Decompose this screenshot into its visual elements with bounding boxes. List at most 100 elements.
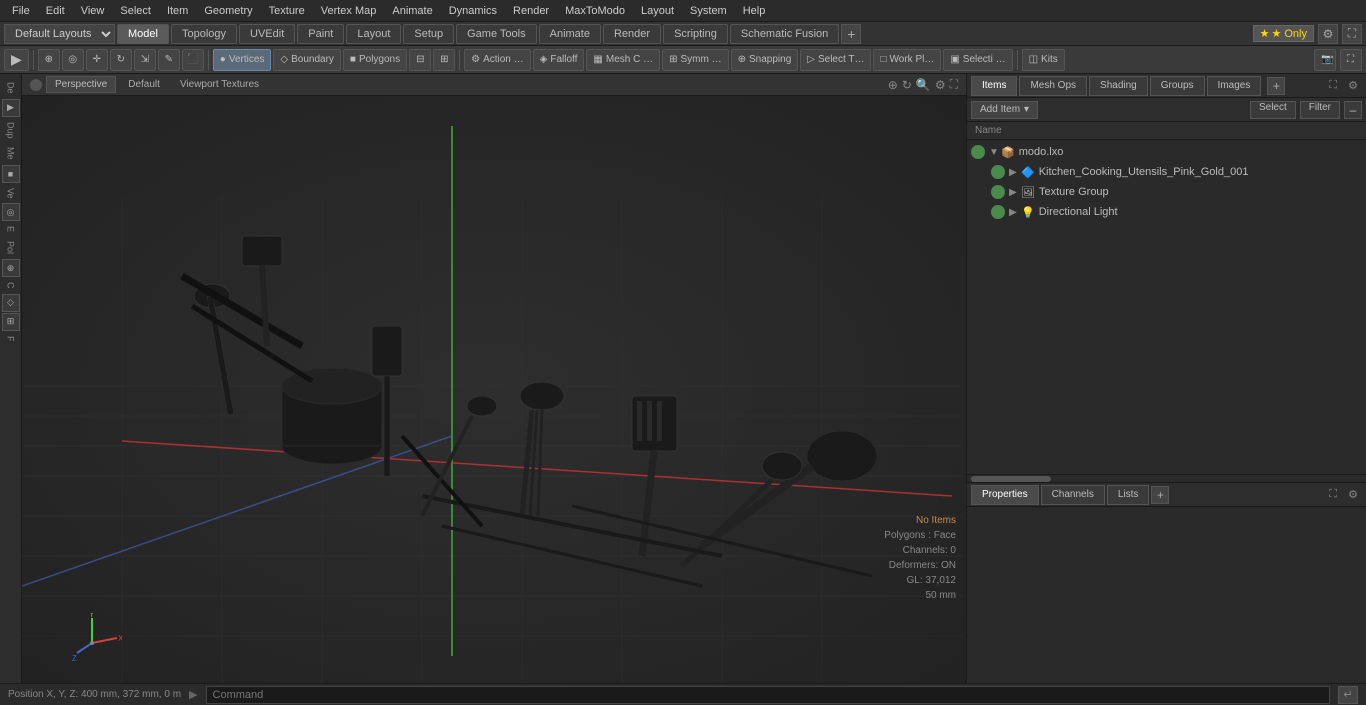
menu-maxtomodo[interactable]: MaxToModo bbox=[557, 3, 633, 19]
tool-pen-icon[interactable]: ✎ bbox=[158, 49, 180, 71]
work-plane-btn[interactable]: □ Work Pl… bbox=[873, 49, 941, 71]
menu-geometry[interactable]: Geometry bbox=[196, 3, 260, 19]
props-settings-icon[interactable]: ⚙ bbox=[1344, 486, 1362, 504]
tab-schematic[interactable]: Schematic Fusion bbox=[730, 24, 839, 44]
vp-expand-icon[interactable]: ⛶ bbox=[950, 77, 958, 92]
boundary-btn[interactable]: ◇ Boundary bbox=[273, 49, 341, 71]
menu-view[interactable]: View bbox=[73, 3, 113, 19]
command-input[interactable] bbox=[206, 686, 1330, 704]
items-scrollbar[interactable] bbox=[967, 474, 1366, 482]
visibility-dot-root[interactable] bbox=[971, 145, 985, 159]
menu-texture[interactable]: Texture bbox=[261, 3, 313, 19]
mesh-btn[interactable]: ▦ Mesh C … bbox=[586, 49, 660, 71]
add-tab-button[interactable]: + bbox=[841, 24, 861, 44]
sidebar-label-e[interactable]: E bbox=[4, 222, 18, 236]
textures-label[interactable]: Viewport Textures bbox=[172, 77, 267, 92]
select-tool-btn[interactable]: ▷ Select T… bbox=[800, 49, 871, 71]
props-expand-icon[interactable]: ⛶ bbox=[1324, 486, 1342, 504]
vp-refresh-icon[interactable]: ↻ bbox=[902, 78, 912, 92]
action-btn[interactable]: ⚙ Action … bbox=[464, 49, 531, 71]
fullscreen-btn[interactable]: ⛶ bbox=[1340, 49, 1362, 71]
extra-tool-2[interactable]: ⊞ bbox=[433, 49, 455, 71]
sidebar-tool-5[interactable]: ◇ bbox=[2, 294, 20, 312]
tab-scripting[interactable]: Scripting bbox=[663, 24, 728, 44]
sidebar-label-c[interactable]: C bbox=[4, 278, 18, 293]
toolbar-toggle-btn[interactable]: ▶ bbox=[4, 49, 29, 71]
tree-toggle-texture[interactable]: ▶ bbox=[1009, 187, 1021, 198]
tab-animate[interactable]: Animate bbox=[539, 24, 601, 44]
tab-mesh-ops[interactable]: Mesh Ops bbox=[1019, 76, 1087, 96]
tool-scale-icon[interactable]: ⇲ bbox=[134, 49, 156, 71]
items-expand-icon[interactable]: ⛶ bbox=[1324, 77, 1342, 95]
sidebar-label-ve[interactable]: Ve bbox=[4, 184, 18, 203]
tree-item-texture[interactable]: ▶ 🖼 Texture Group bbox=[967, 182, 1366, 202]
tab-layout[interactable]: Layout bbox=[346, 24, 401, 44]
sidebar-label-pol[interactable]: Pol bbox=[4, 237, 18, 258]
menu-help[interactable]: Help bbox=[735, 3, 774, 19]
menu-system[interactable]: System bbox=[682, 3, 735, 19]
tab-gametools[interactable]: Game Tools bbox=[456, 24, 537, 44]
tab-groups[interactable]: Groups bbox=[1150, 76, 1205, 96]
items-select-button[interactable]: Select bbox=[1250, 101, 1296, 119]
menu-render[interactable]: Render bbox=[505, 3, 557, 19]
sidebar-tool-6[interactable]: ⊞ bbox=[2, 313, 20, 331]
tab-lists[interactable]: Lists bbox=[1107, 485, 1150, 505]
tab-images[interactable]: Images bbox=[1207, 76, 1262, 96]
tree-item-mesh[interactable]: ▶ 🔷 Kitchen_Cooking_Utensils_Pink_Gold_0… bbox=[967, 162, 1366, 182]
add-props-tab-btn[interactable]: + bbox=[1151, 486, 1169, 504]
sidebar-label-de[interactable]: De bbox=[4, 78, 18, 98]
tool-move-icon[interactable]: ✛ bbox=[86, 49, 108, 71]
tool-rotate-icon[interactable]: ↻ bbox=[110, 49, 132, 71]
layout-expand-icon[interactable]: ⛶ bbox=[1342, 24, 1362, 44]
vp-settings-icon[interactable]: ⚙ bbox=[935, 78, 946, 92]
layout-settings-icon[interactable]: ⚙ bbox=[1318, 24, 1338, 44]
tab-properties[interactable]: Properties bbox=[971, 485, 1039, 505]
tab-uvedit[interactable]: UVEdit bbox=[239, 24, 295, 44]
menu-item[interactable]: Item bbox=[159, 3, 196, 19]
cmd-go-button[interactable]: ↵ bbox=[1338, 686, 1358, 704]
tool-cube-icon[interactable]: ⬛ bbox=[182, 49, 204, 71]
tree-toggle-light[interactable]: ▶ bbox=[1009, 207, 1021, 218]
items-dash-button[interactable]: – bbox=[1344, 101, 1362, 119]
menu-edit[interactable]: Edit bbox=[38, 3, 73, 19]
visibility-dot-light[interactable] bbox=[991, 205, 1005, 219]
vp-btn-1[interactable] bbox=[30, 79, 42, 91]
menu-layout[interactable]: Layout bbox=[633, 3, 682, 19]
tool-select-icon[interactable]: ⊕ bbox=[38, 49, 60, 71]
items-filter-button[interactable]: Filter bbox=[1300, 101, 1340, 119]
tab-render[interactable]: Render bbox=[603, 24, 661, 44]
visibility-dot-texture[interactable] bbox=[991, 185, 1005, 199]
items-tree[interactable]: ▼ 📦 modo.lxo ▶ 🔷 Kitchen_Cooking_Utensil… bbox=[967, 140, 1366, 474]
menu-vertexmap[interactable]: Vertex Map bbox=[313, 3, 385, 19]
visibility-dot-mesh[interactable] bbox=[991, 165, 1005, 179]
tree-toggle-root[interactable]: ▼ bbox=[989, 147, 1001, 158]
sidebar-tool-4[interactable]: ⊕ bbox=[2, 259, 20, 277]
scene-canvas[interactable]: No Items Polygons : Face Channels: 0 Def… bbox=[22, 96, 966, 683]
perspective-dropdown[interactable]: Perspective bbox=[46, 76, 116, 93]
polygons-btn[interactable]: ■ Polygons bbox=[343, 49, 407, 71]
tree-toggle-mesh[interactable]: ▶ bbox=[1009, 167, 1021, 178]
tab-shading[interactable]: Shading bbox=[1089, 76, 1148, 96]
viewport[interactable]: Perspective Default Viewport Textures ⊕ … bbox=[22, 74, 966, 683]
camera-view-btn[interactable]: 📷 bbox=[1314, 49, 1336, 71]
layout-dropdown[interactable]: Default Layouts bbox=[4, 24, 115, 44]
tree-item-light[interactable]: ▶ 💡 Directional Light bbox=[967, 202, 1366, 222]
tab-items[interactable]: Items bbox=[971, 76, 1017, 96]
add-items-tab-btn[interactable]: + bbox=[1267, 77, 1285, 95]
items-settings-icon[interactable]: ⚙ bbox=[1344, 77, 1362, 95]
extra-tool-1[interactable]: ⊟ bbox=[409, 49, 431, 71]
sidebar-label-me[interactable]: Me bbox=[4, 143, 18, 164]
menu-dynamics[interactable]: Dynamics bbox=[441, 3, 505, 19]
tool-view-icon[interactable]: ◎ bbox=[62, 49, 84, 71]
tab-topology[interactable]: Topology bbox=[171, 24, 237, 44]
tab-paint[interactable]: Paint bbox=[297, 24, 344, 44]
sidebar-tool-2[interactable]: ■ bbox=[2, 165, 20, 183]
sidebar-tool-3[interactable]: ◎ bbox=[2, 203, 20, 221]
tree-item-root[interactable]: ▼ 📦 modo.lxo bbox=[967, 142, 1366, 162]
snapping-btn[interactable]: ⊕ Snapping bbox=[731, 49, 799, 71]
selection-btn[interactable]: ▣ Selecti … bbox=[943, 49, 1012, 71]
falloff-btn[interactable]: ◈ Falloff bbox=[533, 49, 585, 71]
vertices-btn[interactable]: ● Vertices bbox=[213, 49, 272, 71]
menu-file[interactable]: File bbox=[4, 3, 38, 19]
star-only-button[interactable]: ★ ★ Only bbox=[1253, 25, 1314, 42]
